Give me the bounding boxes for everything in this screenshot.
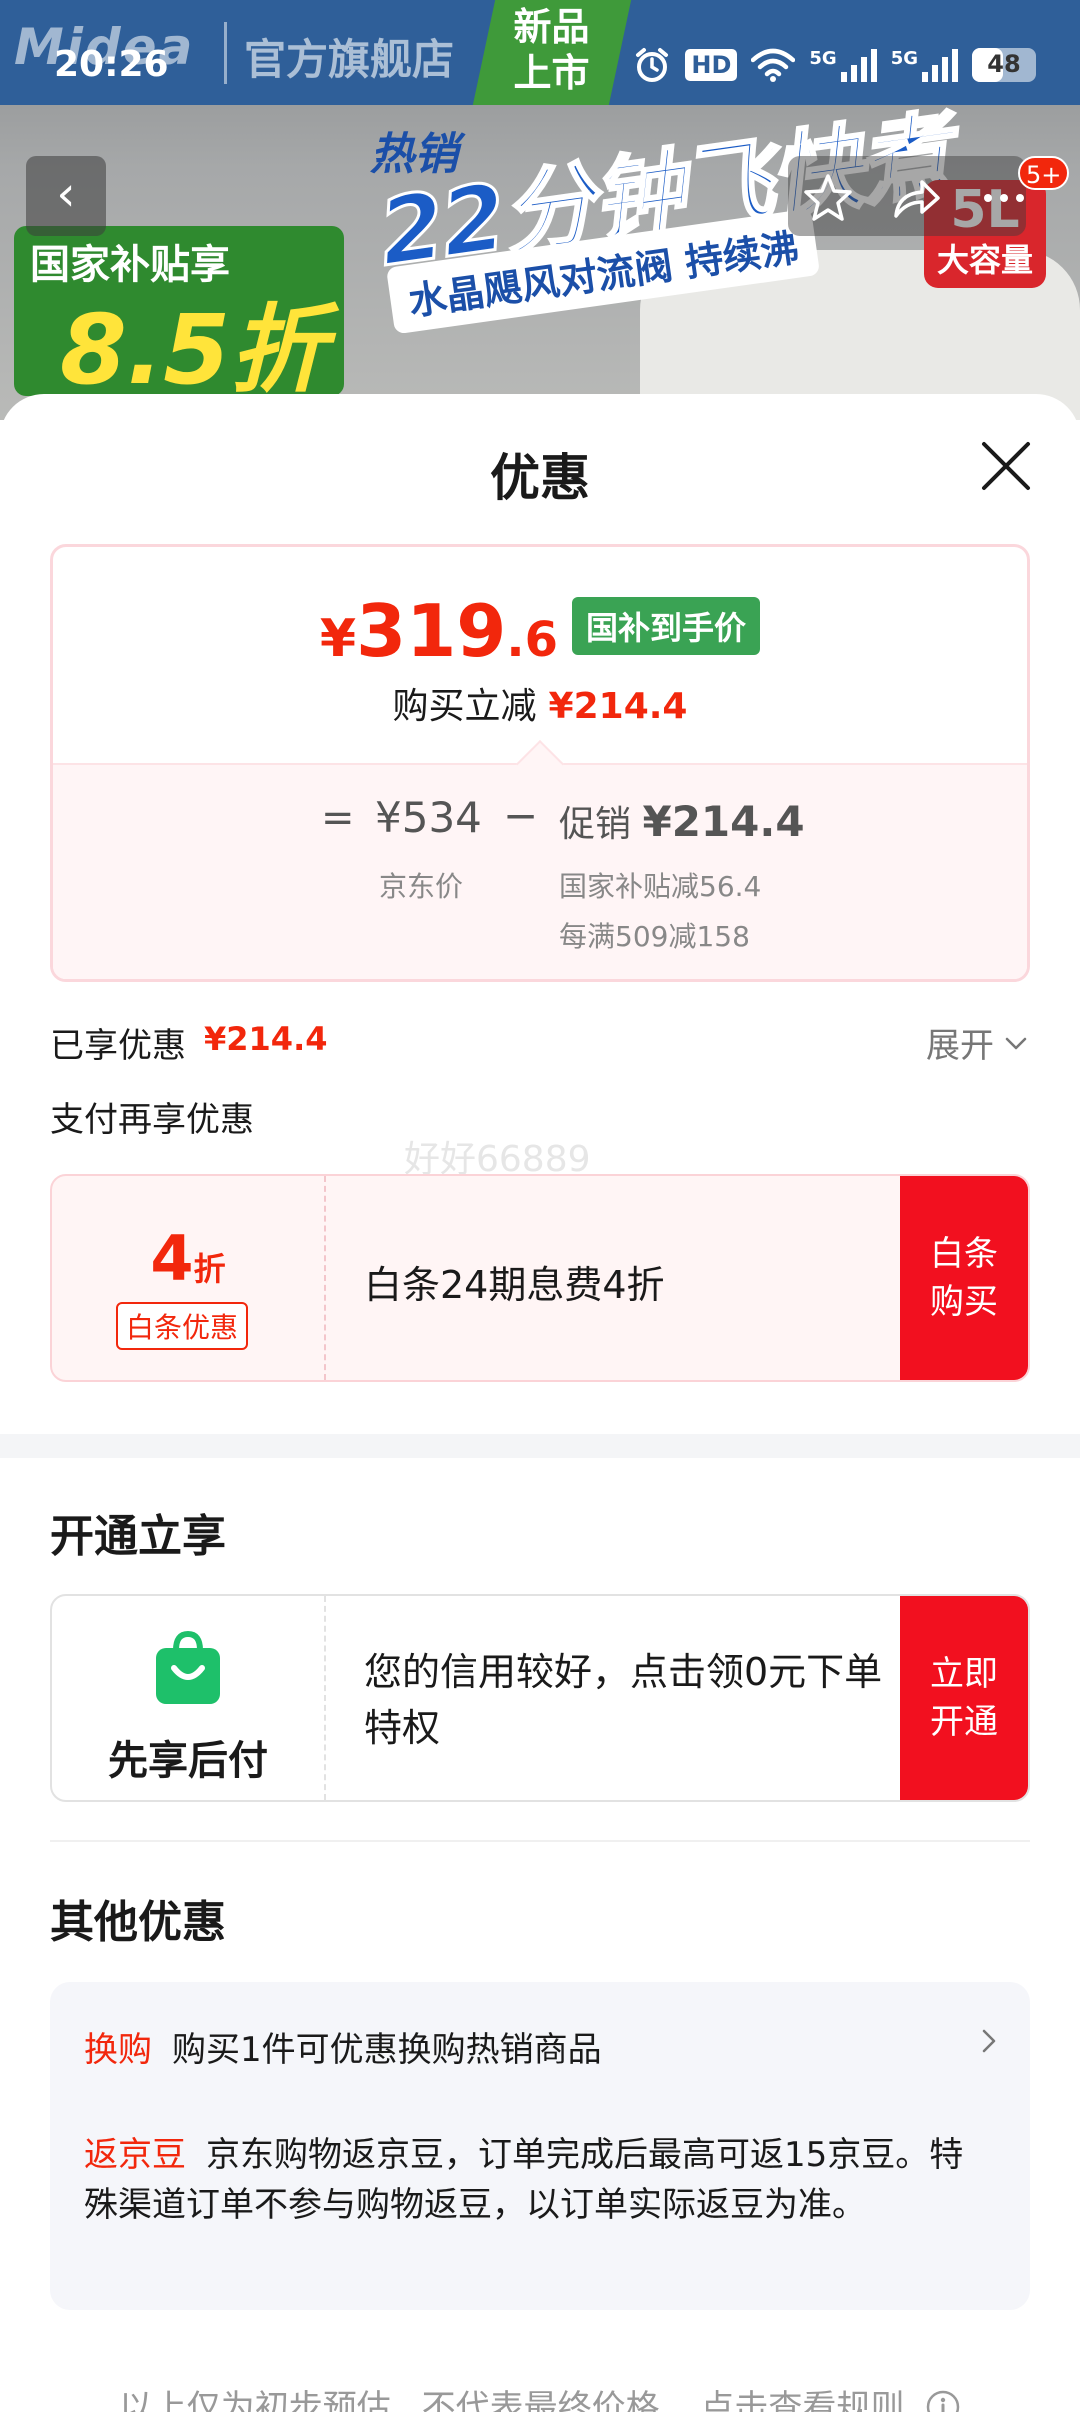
price-calculation: = ¥534 − 促销 ¥214.4 京东价 国家补贴减56.4 每满509减1… [53,763,1027,979]
network-type-1: 5G [809,48,837,69]
equals-sign: = [321,795,355,841]
baitiao-tag: 白条优惠 [116,1302,249,1350]
trade-in-offer[interactable]: 换购 购买1件可优惠换购热销商品 [84,2022,1004,2071]
jd-bean-text: 京东购物返京豆，订单完成后最高可返15京豆。特殊渠道订单不参与购物返豆，以订单实… [84,2135,964,2225]
discount-number: 4 [150,1222,194,1295]
expand-button[interactable]: 展开 [926,1018,1030,1067]
promo-value: ¥214.4 [642,797,805,846]
alarm-icon [636,48,669,82]
cellular-signal-1-icon: 5G [809,48,877,82]
subsidy-value: 8.5折 [60,294,327,406]
capacity-label: 大容量 [936,241,1033,279]
final-price: ¥319.6 [320,595,558,669]
jd-bean-tag: 返京豆 [84,2135,186,2175]
enjoyed-label: 已享优惠 [50,1026,186,1066]
price-integer: 319 [356,589,507,673]
promo-amount: 促销 ¥214.4 [559,795,805,847]
chevron-right-icon [982,2029,996,2053]
subsidy-price-tag: 国补到手价 [572,597,761,655]
paylater-label: 先享后付 [108,1738,268,1784]
message-count-badge: 5+ [1018,156,1070,190]
open-now-label: 立即开通 [930,1654,998,1742]
enjoyed-value: ¥214.4 [204,1020,328,1058]
baitiao-description: 白条24期息费4折 [364,1263,665,1307]
footer-note-2: 不代表最终价格 [421,2388,660,2412]
trade-in-tag: 换购 [84,2030,152,2070]
chevron-left-icon: ‹ [56,166,76,222]
instant-saving: 购买立减 ¥214.4 [53,677,1027,729]
network-type-2: 5G [890,48,918,69]
status-bar: 20:26 HD 5G 5G 48 [0,0,1080,105]
divider-line [50,1840,1030,1842]
view-rules-link[interactable]: 点击查看规则 [690,2388,961,2412]
back-button[interactable]: ‹ [26,156,106,236]
status-icons: HD 5G 5G 48 [633,46,1036,84]
sheet-title: 优惠 [490,449,590,507]
other-section-title: 其他优惠 [50,1897,226,1948]
promo-detail-threshold: 每满509减158 [559,920,750,953]
final-price-section: ¥319.6 国补到手价 购买立减 ¥214.4 [53,547,1027,763]
paylater-offer-card[interactable]: 先享后付 您的信用较好，点击领0元下单特权 立即开通 [50,1594,1030,1802]
promo-label: 促销 [559,804,632,845]
promo-detail-subsidy: 国家补贴减56.4 [559,870,762,903]
paylater-panel: 先享后付 [52,1596,326,1800]
hd-voice-icon: HD [685,49,738,81]
share-icon[interactable] [888,170,944,226]
jd-price-value: ¥534 [375,793,482,842]
section-divider [0,1434,1080,1458]
cellular-signal-2-icon: 5G [891,48,958,82]
chevron-down-icon [1005,1037,1027,1049]
battery-level: 48 [987,50,1021,78]
baitiao-offer-card[interactable]: 4折 白条优惠 白条24期息费4折 白条购买 [50,1174,1030,1382]
final-price-row: ¥319.6 国补到手价 [53,595,1027,669]
footer-disclaimer: 以上仅为初步预估 不代表最终价格 点击查看规则 [0,2380,1080,2412]
open-section-title: 开通立享 [50,1511,226,1562]
view-rules-label: 点击查看规则 [700,2388,905,2412]
expand-label: 展开 [926,1026,994,1066]
star-icon[interactable] [800,170,856,226]
open-now-button[interactable]: 立即开通 [900,1596,1028,1800]
trade-in-text: 购买1件可优惠换购热销商品 [172,2030,602,2070]
baitiao-discount-panel: 4折 白条优惠 [52,1176,326,1380]
jd-bean-offer: 返京豆 京东购物返京豆，订单完成后最高可返15京豆。特殊渠道订单不参与购物返豆，以… [84,2130,984,2230]
currency-symbol: ¥ [319,609,357,669]
jd-price-label: 京东价 [379,870,464,903]
baitiao-buy-label: 白条购买 [930,1234,998,1322]
enjoyed-discount-row: 已享优惠 ¥214.4 展开 [50,1018,1030,1066]
discount-sheet: 优惠 ¥319.6 国补到手价 购买立减 ¥214.4 = ¥534 − 促销 ¥… [0,394,1080,2412]
wifi-icon [751,48,796,82]
discount-unit: 折 [193,1250,226,1288]
pay-more-title: 支付再享优惠 [50,1100,254,1140]
baitiao-buy-button[interactable]: 白条购买 [900,1176,1028,1380]
price-decimal: .6 [506,612,559,668]
status-time: 20:26 [54,44,169,85]
footer-note-1: 以上仅为初步预估 [118,2388,391,2412]
info-icon [926,2390,960,2412]
battery-icon: 48 [972,48,1036,82]
price-breakdown-card: ¥319.6 国补到手价 购买立减 ¥214.4 = ¥534 − 促销 ¥214… [50,544,1030,982]
baitiao-discount: 4折 [52,1222,324,1295]
close-icon[interactable] [978,438,1034,494]
saving-label: 购买立减 [392,686,537,727]
minus-sign: − [503,791,539,840]
saving-value: ¥214.4 [548,686,688,727]
other-offers-box: 换购 购买1件可优惠换购热销商品 返京豆 京东购物返京豆，订单完成后最高可返15京豆… [50,1982,1030,2310]
shopping-bag-icon [156,1630,220,1704]
paylater-description: 您的信用较好，点击领0元下单特权 [364,1650,883,1750]
